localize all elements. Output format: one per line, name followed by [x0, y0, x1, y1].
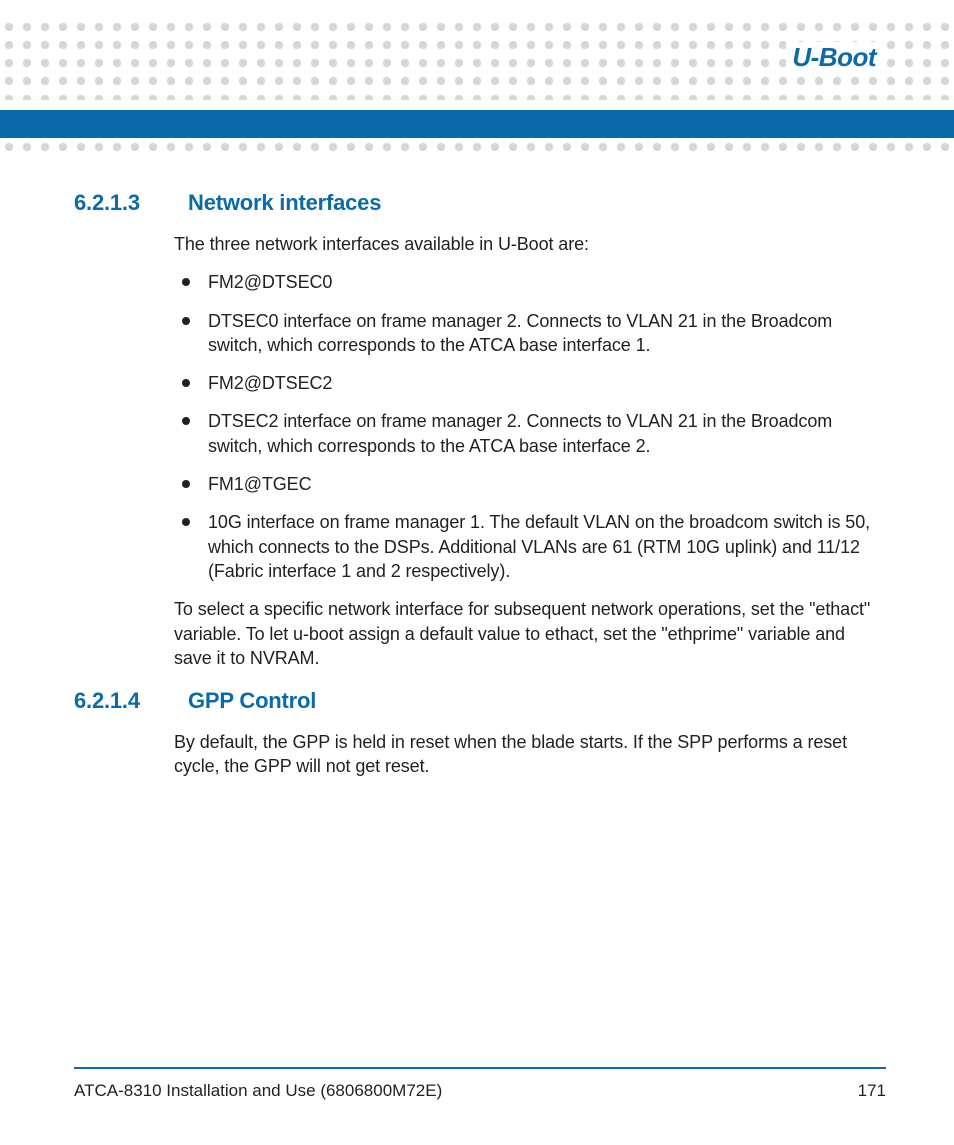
list-item: 10G interface on frame manager 1. The de… — [174, 510, 886, 583]
list-item: DTSEC0 interface on frame manager 2. Con… — [174, 309, 886, 358]
list-item: FM1@TGEC — [174, 472, 886, 496]
page-content: 6.2.1.3 Network interfaces The three net… — [74, 182, 886, 793]
section-body-6213: The three network interfaces available i… — [174, 232, 886, 670]
list-item: FM2@DTSEC2 — [174, 371, 886, 395]
list-item: DTSEC2 interface on frame manager 2. Con… — [174, 409, 886, 458]
section-intro: The three network interfaces available i… — [174, 232, 886, 256]
section-heading-6213: 6.2.1.3 Network interfaces — [74, 190, 886, 216]
list-item: FM2@DTSEC0 — [174, 270, 886, 294]
page-footer: ATCA-8310 Installation and Use (6806800M… — [74, 1067, 886, 1101]
section-body-6214: By default, the GPP is held in reset whe… — [174, 730, 886, 779]
section-title: Network interfaces — [188, 190, 381, 216]
section-intro: By default, the GPP is held in reset whe… — [174, 730, 886, 779]
header-grey-bar — [0, 138, 954, 154]
header-blue-bar — [0, 110, 954, 138]
section-number: 6.2.1.3 — [74, 190, 160, 216]
section-title: GPP Control — [188, 688, 316, 714]
section-heading-6214: 6.2.1.4 GPP Control — [74, 688, 886, 714]
page-header-title: U-Boot — [786, 42, 882, 73]
bullet-list: FM2@DTSEC0 DTSEC0 interface on frame man… — [174, 270, 886, 583]
footer-doc-title: ATCA-8310 Installation and Use (6806800M… — [74, 1081, 442, 1101]
footer-page-number: 171 — [858, 1081, 886, 1101]
section-number: 6.2.1.4 — [74, 688, 160, 714]
section-outro: To select a specific network interface f… — [174, 597, 886, 670]
footer-rule — [74, 1067, 886, 1069]
